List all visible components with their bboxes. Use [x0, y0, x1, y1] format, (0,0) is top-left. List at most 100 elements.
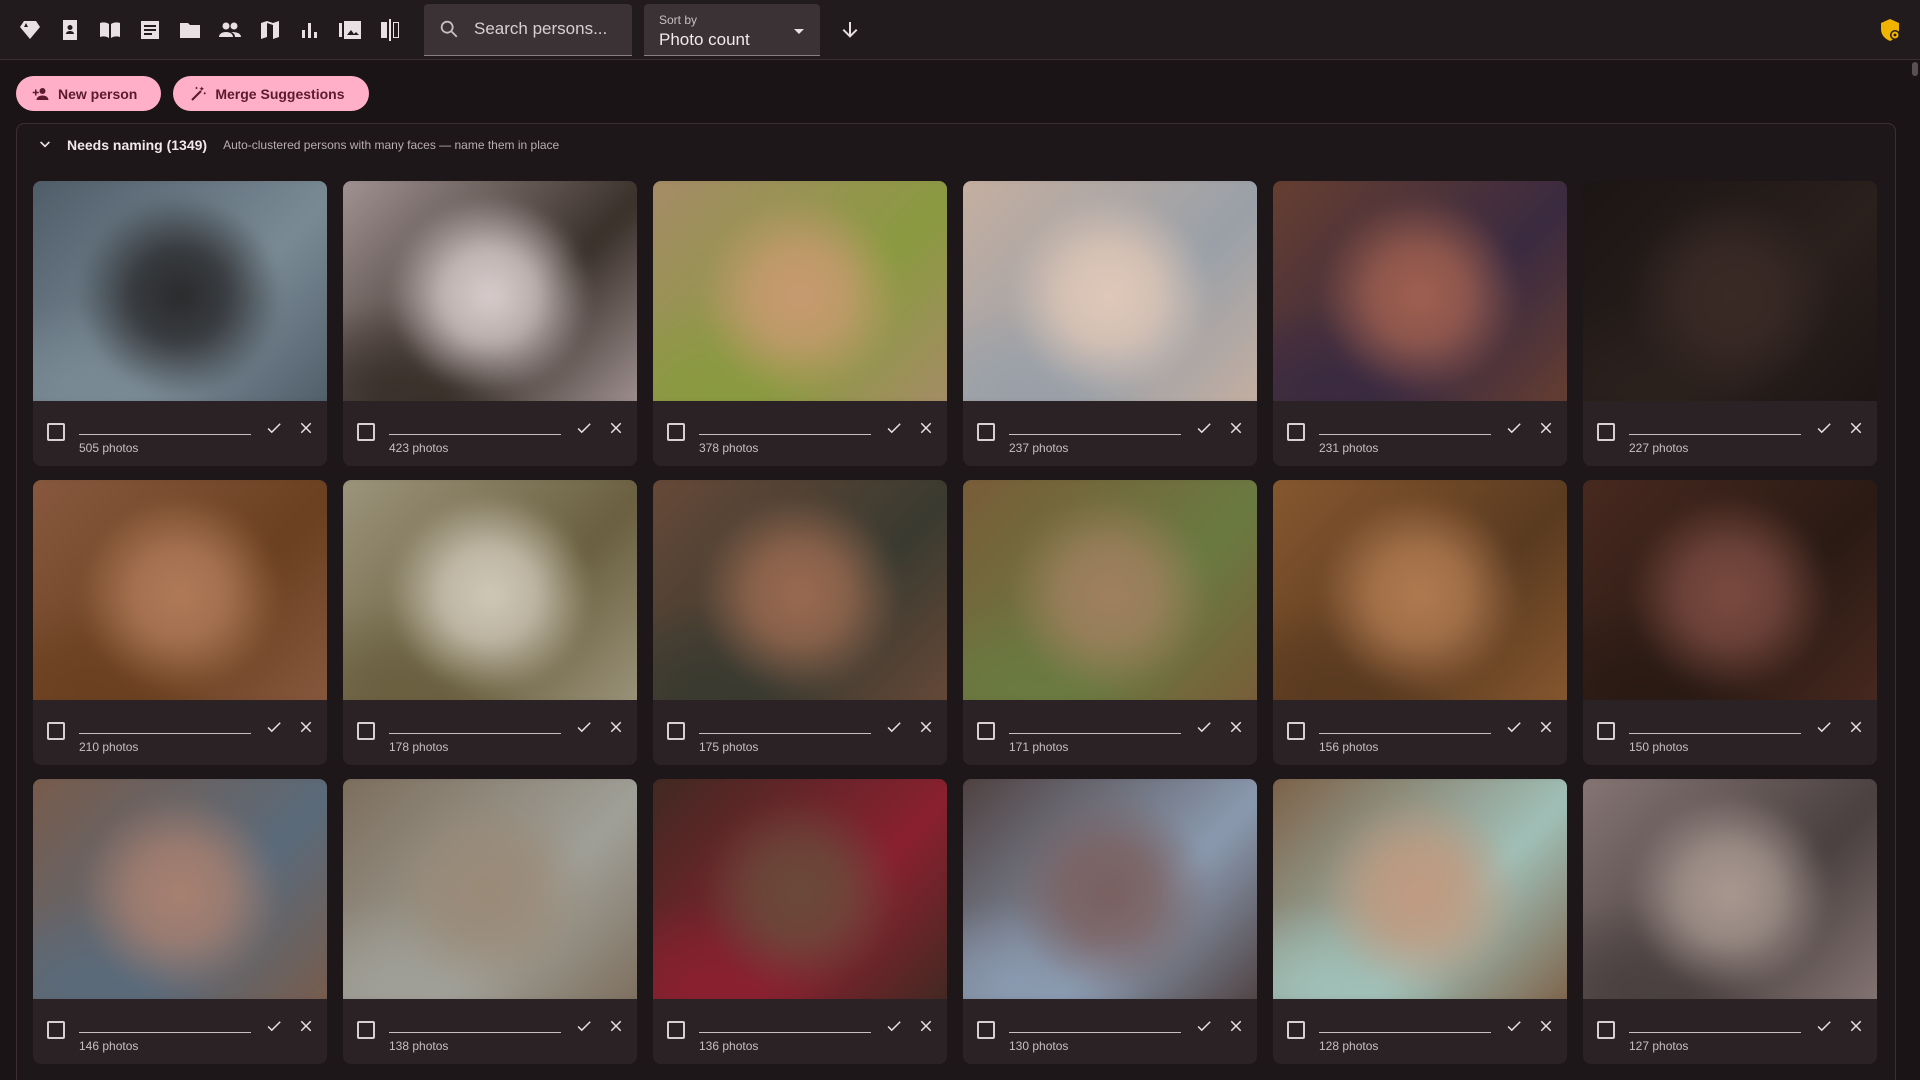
new-person-button[interactable]: New person [16, 76, 162, 111]
name-input[interactable] [699, 434, 871, 435]
face-thumbnail[interactable] [963, 480, 1257, 700]
dismiss-button[interactable] [1847, 1017, 1867, 1037]
confirm-button[interactable] [1505, 718, 1525, 738]
face-thumbnail[interactable] [1273, 779, 1567, 999]
compare-icon[interactable] [370, 10, 410, 50]
article-icon[interactable] [130, 10, 170, 50]
name-input[interactable] [79, 1032, 251, 1033]
select-checkbox[interactable] [977, 722, 995, 740]
contact-book-icon[interactable] [50, 10, 90, 50]
face-thumbnail[interactable] [1273, 181, 1567, 401]
person-card[interactable]: 175 photos [653, 480, 947, 765]
people-icon[interactable] [210, 10, 250, 50]
dismiss-button[interactable] [1537, 718, 1557, 738]
select-checkbox[interactable] [357, 722, 375, 740]
person-card[interactable]: 171 photos [963, 480, 1257, 765]
person-card[interactable]: 138 photos [343, 779, 637, 1064]
dismiss-button[interactable] [917, 419, 937, 439]
select-checkbox[interactable] [667, 1021, 685, 1039]
name-input[interactable] [79, 434, 251, 435]
dismiss-button[interactable] [1847, 419, 1867, 439]
name-input[interactable] [1629, 434, 1801, 435]
select-checkbox[interactable] [357, 423, 375, 441]
name-input[interactable] [389, 1032, 561, 1033]
confirm-button[interactable] [885, 1017, 905, 1037]
name-input[interactable] [1319, 1032, 1491, 1033]
confirm-button[interactable] [1195, 718, 1215, 738]
confirm-button[interactable] [1195, 419, 1215, 439]
select-checkbox[interactable] [977, 1021, 995, 1039]
bar-chart-icon[interactable] [290, 10, 330, 50]
name-input[interactable] [1629, 1032, 1801, 1033]
face-thumbnail[interactable] [1583, 181, 1877, 401]
face-thumbnail[interactable] [33, 480, 327, 700]
dismiss-button[interactable] [297, 419, 317, 439]
dismiss-button[interactable] [297, 1017, 317, 1037]
dismiss-button[interactable] [1537, 1017, 1557, 1037]
confirm-button[interactable] [1505, 1017, 1525, 1037]
confirm-button[interactable] [575, 718, 595, 738]
confirm-button[interactable] [885, 718, 905, 738]
search-field[interactable] [424, 3, 632, 56]
select-checkbox[interactable] [1287, 1021, 1305, 1039]
confirm-button[interactable] [1195, 1017, 1215, 1037]
name-input[interactable] [389, 733, 561, 734]
photo-library-icon[interactable] [330, 10, 370, 50]
confirm-button[interactable] [1505, 419, 1525, 439]
name-input[interactable] [1009, 1032, 1181, 1033]
confirm-button[interactable] [265, 419, 285, 439]
folder-icon[interactable] [170, 10, 210, 50]
name-input[interactable] [699, 1032, 871, 1033]
select-checkbox[interactable] [1287, 722, 1305, 740]
face-thumbnail[interactable] [343, 181, 637, 401]
confirm-button[interactable] [575, 419, 595, 439]
name-input[interactable] [389, 434, 561, 435]
person-card[interactable]: 156 photos [1273, 480, 1567, 765]
select-checkbox[interactable] [47, 423, 65, 441]
confirm-button[interactable] [575, 1017, 595, 1037]
face-thumbnail[interactable] [1583, 779, 1877, 999]
face-thumbnail[interactable] [653, 181, 947, 401]
face-thumbnail[interactable] [33, 181, 327, 401]
select-checkbox[interactable] [1597, 722, 1615, 740]
name-input[interactable] [1009, 733, 1181, 734]
name-input[interactable] [1319, 434, 1491, 435]
name-input[interactable] [79, 733, 251, 734]
person-card[interactable]: 178 photos [343, 480, 637, 765]
person-card[interactable]: 146 photos [33, 779, 327, 1064]
person-card[interactable]: 130 photos [963, 779, 1257, 1064]
dismiss-button[interactable] [1227, 718, 1247, 738]
dismiss-button[interactable] [1537, 419, 1557, 439]
section-header[interactable]: Needs naming (1349) Auto-clustered perso… [17, 124, 1895, 166]
person-card[interactable]: 237 photos [963, 181, 1257, 466]
person-card[interactable]: 423 photos [343, 181, 637, 466]
select-checkbox[interactable] [1597, 423, 1615, 441]
select-checkbox[interactable] [667, 423, 685, 441]
select-checkbox[interactable] [357, 1021, 375, 1039]
face-thumbnail[interactable] [1583, 480, 1877, 700]
person-card[interactable]: 378 photos [653, 181, 947, 466]
person-card[interactable]: 505 photos [33, 181, 327, 466]
open-book-icon[interactable] [90, 10, 130, 50]
select-checkbox[interactable] [1287, 423, 1305, 441]
map-icon[interactable] [250, 10, 290, 50]
face-thumbnail[interactable] [1273, 480, 1567, 700]
face-thumbnail[interactable] [963, 181, 1257, 401]
select-checkbox[interactable] [1597, 1021, 1615, 1039]
confirm-button[interactable] [1815, 419, 1835, 439]
dismiss-button[interactable] [607, 419, 627, 439]
name-input[interactable] [1629, 733, 1801, 734]
sort-by-select[interactable]: Sort by Photo count [644, 3, 820, 56]
face-thumbnail[interactable] [653, 779, 947, 999]
dismiss-button[interactable] [297, 718, 317, 738]
select-checkbox[interactable] [47, 1021, 65, 1039]
select-checkbox[interactable] [977, 423, 995, 441]
confirm-button[interactable] [265, 718, 285, 738]
person-card[interactable]: 210 photos [33, 480, 327, 765]
dismiss-button[interactable] [1847, 718, 1867, 738]
person-card[interactable]: 127 photos [1583, 779, 1877, 1064]
search-input[interactable] [474, 19, 624, 39]
gem-icon[interactable] [10, 10, 50, 50]
chevron-down-icon[interactable] [35, 135, 55, 155]
face-thumbnail[interactable] [343, 480, 637, 700]
